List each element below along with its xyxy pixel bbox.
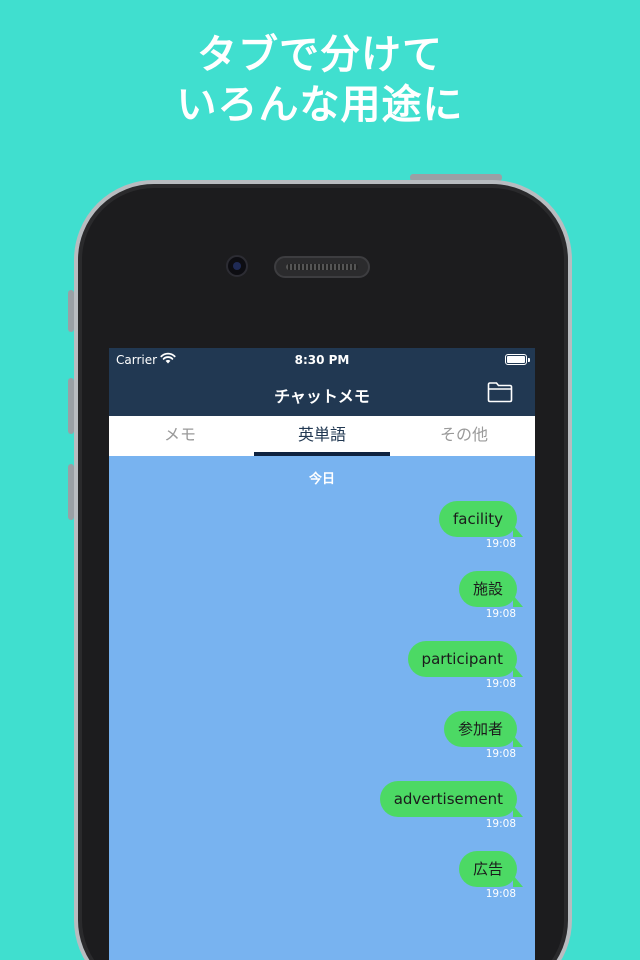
message-bubble[interactable]: advertisement bbox=[379, 781, 524, 817]
message-bubble[interactable]: facility bbox=[439, 501, 523, 537]
tab-memo[interactable]: メモ bbox=[109, 416, 251, 456]
front-camera bbox=[226, 255, 248, 277]
status-time: 8:30 PM bbox=[294, 353, 350, 367]
tab-english-words[interactable]: 英単語 bbox=[251, 416, 393, 456]
chat-message: participant 19:08 bbox=[109, 641, 535, 711]
message-bubble[interactable]: 施設 bbox=[458, 571, 524, 607]
message-time: 19:08 bbox=[485, 748, 516, 760]
tab-bar: メモ 英単語 その他 bbox=[109, 416, 535, 456]
message-bubble[interactable]: 広告 bbox=[458, 851, 524, 887]
message-bubble[interactable]: 参加者 bbox=[443, 711, 524, 747]
navigation-bar: チャットメモ bbox=[109, 372, 535, 416]
chat-message: 参加者 19:08 bbox=[109, 711, 535, 781]
message-bubble[interactable]: participant bbox=[407, 641, 524, 677]
status-bar: Carrier 8:30 PM bbox=[109, 348, 535, 372]
battery-icon bbox=[505, 354, 530, 365]
date-separator: 今日 bbox=[308, 472, 335, 487]
folder-icon[interactable] bbox=[487, 381, 513, 403]
message-time: 19:08 bbox=[485, 678, 516, 690]
chat-message: advertisement 19:08 bbox=[109, 781, 535, 851]
headline-line-2: いろんな用途に bbox=[176, 82, 464, 128]
chat-message: 施設 19:08 bbox=[109, 571, 535, 641]
message-time: 19:08 bbox=[485, 818, 516, 830]
chat-message: facility 19:08 bbox=[109, 501, 535, 571]
message-time: 19:08 bbox=[485, 538, 516, 550]
app-screen: Carrier 8:30 PM チャットメモ メモ 英単語 その他 今日 fac… bbox=[109, 348, 535, 960]
headline-line-1: タブで分けて bbox=[197, 32, 443, 78]
chat-message: 広告 19:08 bbox=[109, 851, 535, 921]
page-title: チャットメモ bbox=[274, 387, 370, 406]
earpiece-speaker bbox=[274, 256, 370, 278]
tab-other[interactable]: その他 bbox=[393, 416, 535, 456]
message-time: 19:08 bbox=[485, 608, 516, 620]
message-time: 19:08 bbox=[485, 888, 516, 900]
promo-headline: タブで分けて いろんな用途に bbox=[0, 30, 640, 130]
